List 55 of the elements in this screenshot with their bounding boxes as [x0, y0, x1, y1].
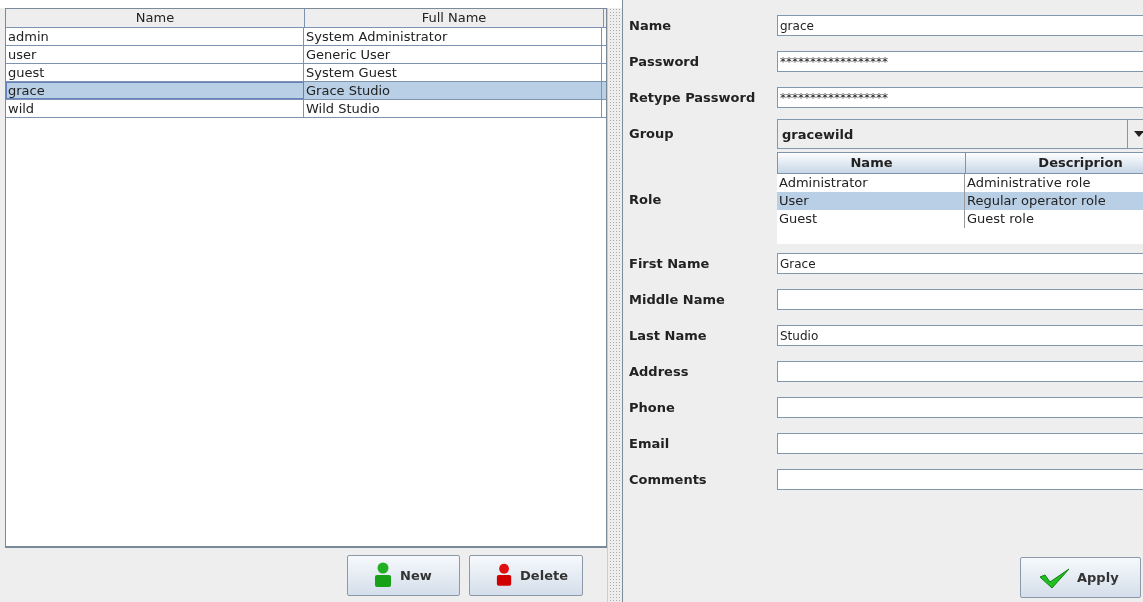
group-dropdown[interactable]: gracewild — [777, 119, 1143, 149]
field-label: Password — [628, 53, 701, 71]
user-row[interactable]: wild Wild Studio — [6, 100, 606, 118]
caret-icon — [1133, 130, 1143, 138]
table-cell: guest — [6, 64, 304, 81]
field-label: Name — [628, 17, 672, 35]
field-label: Role — [628, 191, 663, 209]
input-field[interactable] — [777, 361, 1143, 382]
input-field[interactable] — [777, 433, 1143, 454]
splitter-handle[interactable] — [607, 8, 622, 602]
table-cell: wild — [6, 100, 304, 117]
user-row[interactable]: admin System Administrator — [6, 28, 606, 46]
field-label: Comments — [628, 471, 708, 489]
field-label: Middle Name — [628, 291, 726, 309]
user-row[interactable]: user Generic User — [6, 46, 606, 64]
field-label: Group — [628, 125, 675, 143]
field-label: Email — [628, 435, 671, 453]
table-cell: admin — [6, 28, 304, 45]
table-cell: User — [777, 192, 965, 210]
column-header[interactable]: Name — [778, 153, 966, 173]
table-cell: grace — [6, 82, 304, 99]
apply-button[interactable]: Apply — [1020, 557, 1141, 598]
role-row[interactable]: User Regular operator role — [777, 192, 1143, 210]
field-label: Address — [628, 363, 690, 381]
table-cell: Wild Studio — [304, 100, 602, 117]
field-label: First Name — [628, 255, 711, 273]
table-cell: Grace Studio — [304, 82, 602, 99]
input-field[interactable] — [777, 469, 1143, 490]
delete-button[interactable]: Delete — [469, 554, 583, 596]
table-cell: Generic User — [304, 46, 602, 63]
table-cell: System Administrator — [304, 28, 602, 45]
input-field[interactable]: Grace — [777, 253, 1143, 274]
column-header[interactable]: Full Name — [305, 9, 604, 27]
role-row[interactable]: Guest Guest role — [777, 210, 1143, 228]
field-label: Retype Password — [628, 89, 757, 107]
table-cell: Guest role — [965, 210, 1143, 228]
table-cell: Guest — [777, 210, 965, 228]
new-button[interactable]: New — [347, 554, 460, 596]
person-icon — [374, 562, 392, 588]
field-label: Phone — [628, 399, 676, 417]
input-field[interactable]: ****************** — [777, 87, 1143, 108]
field-label: Last Name — [628, 327, 708, 345]
column-header[interactable]: Name — [6, 9, 305, 27]
column-header[interactable]: Descriprion — [966, 153, 1143, 173]
input-field[interactable] — [777, 397, 1143, 418]
user-row[interactable]: grace Grace Studio — [6, 82, 606, 100]
input-field[interactable] — [777, 289, 1143, 310]
table-cell: user — [6, 46, 304, 63]
checkmark-icon — [1039, 566, 1071, 589]
input-field[interactable]: grace — [777, 15, 1143, 36]
table-cell: System Guest — [304, 64, 602, 81]
input-field[interactable]: ****************** — [777, 51, 1143, 72]
person-icon — [496, 562, 513, 588]
input-field[interactable]: Studio — [777, 325, 1143, 346]
table-cell: Regular operator role — [965, 192, 1143, 210]
